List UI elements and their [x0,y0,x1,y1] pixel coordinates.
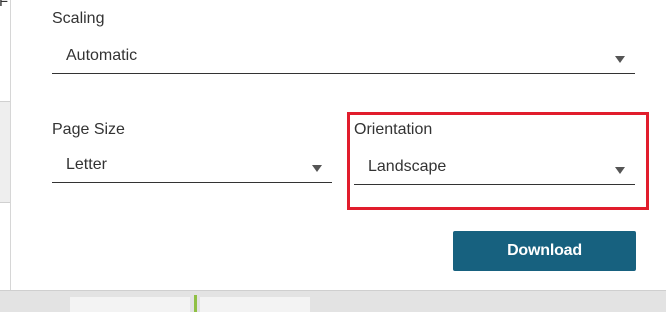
background-window-edge: F [0,0,11,290]
background-window-letter: F [0,0,9,10]
scaling-dropdown[interactable]: Automatic [52,44,635,74]
page-size-value: Letter [66,156,107,173]
orientation-value: Landscape [368,158,447,175]
scaling-value: Automatic [66,47,138,64]
background-window-strip [0,290,666,312]
background-tab [200,297,310,312]
chevron-down-icon [615,56,625,63]
background-green-marker [194,295,197,312]
page-size-label: Page Size [52,121,125,138]
page-size-dropdown[interactable]: Letter [52,153,332,183]
orientation-dropdown[interactable]: Landscape [354,155,635,185]
orientation-label: Orientation [354,121,433,138]
background-window-band [0,101,10,203]
chevron-down-icon [312,165,322,172]
chevron-down-icon [615,167,625,174]
background-tab [70,297,190,312]
download-button[interactable]: Download [453,231,636,271]
scaling-label: Scaling [52,10,105,27]
